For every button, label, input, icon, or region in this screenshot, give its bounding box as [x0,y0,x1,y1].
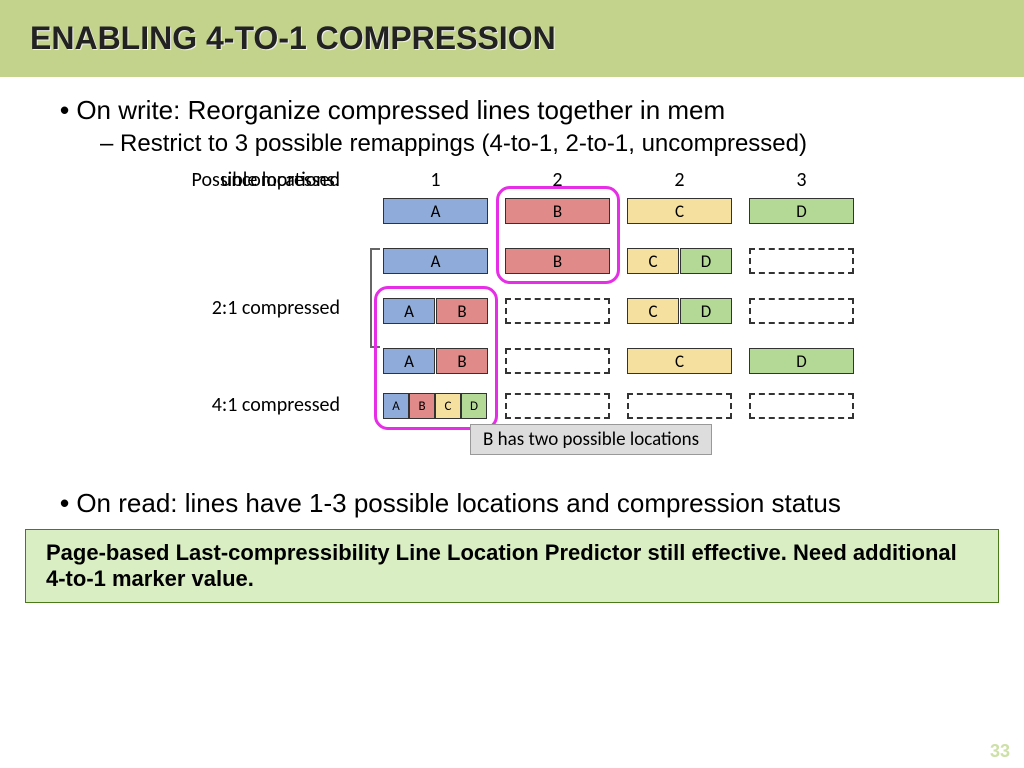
cell-r2-D: D [680,248,732,274]
col-num-2b: 2 [627,168,732,192]
bullet-on-write: On write: Reorganize compressed lines to… [60,95,984,126]
cell-r1-C: C [627,198,732,224]
col-num-3: 3 [749,168,854,192]
highlight-top [496,186,620,284]
label-4to1: 4:1 compressed [140,393,340,417]
cell-r2-C: C [627,248,679,274]
cell-r4-D: D [749,348,854,374]
cell-r3-C: C [627,298,679,324]
cell-r1-D: D [749,198,854,224]
bullet-on-read: On read: lines have 1-3 possible locatio… [60,488,984,519]
cell-r2-empty [749,248,854,274]
cell-r2-A: A [383,248,488,274]
slide-title: ENABLING 4-TO-1 COMPRESSION [0,0,1024,77]
cell-r5-empty2 [627,393,732,419]
cell-r3-D: D [680,298,732,324]
cell-r4-empty1 [505,348,610,374]
highlight-bottom [374,286,498,430]
col-num-1: 1 [383,168,488,192]
conclusion-box: Page-based Last-compressibility Line Loc… [25,529,999,603]
label-2to1: 2:1 compressed [140,296,340,320]
cell-r4-C: C [627,348,732,374]
cell-r3-empty1 [505,298,610,324]
cell-r5-empty1 [505,393,610,419]
cell-r1-A: A [383,198,488,224]
note-b-locations: B has two possible locations [470,424,712,455]
bullet-restrict: Restrict to 3 possible remappings (4-to-… [100,130,984,158]
compression-diagram: Possible locations: uncompressed 2:1 com… [140,168,900,468]
label-uncompressed: uncompressed [140,168,340,192]
cell-r3-empty2 [749,298,854,324]
cell-r5-empty3 [749,393,854,419]
page-number: 33 [990,741,1010,762]
